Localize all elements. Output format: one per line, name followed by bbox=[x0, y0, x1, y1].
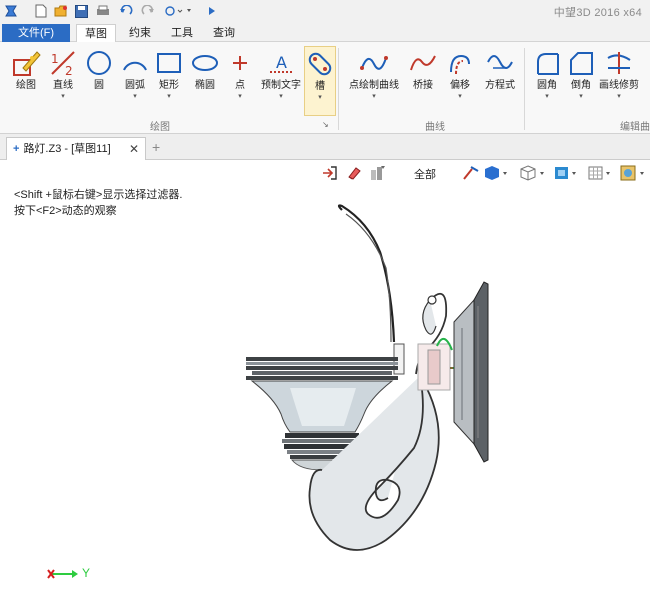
line-dropdown-icon[interactable]: ▾ bbox=[46, 92, 80, 102]
equation-icon bbox=[480, 46, 520, 80]
fillet-dropdown-icon[interactable]: ▾ bbox=[530, 92, 564, 102]
ellipse-button[interactable]: 椭圆 bbox=[188, 46, 222, 116]
draw-button[interactable]: 绘图 bbox=[6, 46, 46, 116]
svg-text:2: 2 bbox=[65, 64, 73, 78]
arc-dropdown-icon[interactable]: ▾ bbox=[118, 92, 152, 102]
bridge-icon bbox=[406, 46, 440, 80]
ribbon-tab-row: 文件(F) 草图 约束 工具 查询 bbox=[0, 22, 650, 43]
group-launcher-icon[interactable]: ↘ bbox=[322, 120, 329, 129]
curve-group-label: 曲线 bbox=[425, 122, 445, 133]
slot-dropdown-icon[interactable]: ▾ bbox=[305, 93, 335, 103]
tab-query[interactable]: 查询 bbox=[204, 24, 244, 42]
document-tab-bar: + 路灯.Z3 - [草图11] ✕ + bbox=[0, 134, 650, 160]
tab-constraint[interactable]: 约束 bbox=[120, 24, 160, 42]
open-folder-icon[interactable] bbox=[53, 3, 69, 19]
chamfer-dropdown-icon[interactable]: ▾ bbox=[566, 92, 596, 102]
preset-text-button[interactable]: A 预制文字 ▾ bbox=[258, 46, 304, 116]
new-tab-icon[interactable]: + bbox=[152, 139, 160, 155]
draw-label: 绘图 bbox=[16, 80, 36, 91]
offset-label: 偏移 bbox=[450, 80, 470, 91]
lamp-hook-arm bbox=[337, 204, 396, 343]
circle-icon bbox=[82, 46, 116, 80]
lamp-top-ring bbox=[246, 357, 398, 361]
slot-button[interactable]: 槽 ▾ bbox=[304, 46, 336, 116]
point-curve-icon bbox=[344, 46, 404, 80]
point-button[interactable]: 点 ▾ bbox=[224, 46, 256, 116]
redo-icon[interactable] bbox=[140, 3, 156, 19]
preset-text-label: 预制文字 bbox=[261, 80, 301, 91]
undo-icon[interactable] bbox=[118, 3, 134, 19]
equation-button[interactable]: 方程式 bbox=[480, 46, 520, 116]
svg-text:1: 1 bbox=[51, 52, 59, 66]
pointer-icon[interactable] bbox=[163, 3, 193, 19]
group-divider bbox=[524, 48, 525, 130]
arc-button[interactable]: 圆弧 ▾ bbox=[118, 46, 152, 116]
trim-label: 画线修剪 bbox=[599, 80, 639, 91]
trim-icon bbox=[596, 46, 642, 80]
print-icon[interactable] bbox=[95, 3, 111, 19]
axis-y-label: Y bbox=[82, 566, 91, 580]
arc-label: 圆弧 bbox=[125, 80, 145, 91]
draw-group-label: 绘图 bbox=[150, 122, 170, 133]
sketch-canvas[interactable]: <Shift +鼠标右键>显示选择过滤器. 按下<F2>动态的观察 全部 Y bbox=[0, 160, 650, 604]
line-icon: 12 bbox=[46, 46, 80, 80]
rectangle-icon bbox=[152, 46, 186, 80]
ellipse-icon bbox=[188, 46, 222, 80]
chamfer-button[interactable]: 倒角 ▾ bbox=[566, 46, 596, 116]
point-label: 点 bbox=[235, 80, 245, 91]
rectangle-label: 矩形 bbox=[159, 80, 179, 91]
point-curve-button[interactable]: 点绘制曲线 ▾ bbox=[344, 46, 404, 116]
point-curve-dropdown-icon[interactable]: ▾ bbox=[344, 92, 404, 102]
trim-dropdown-icon[interactable]: ▾ bbox=[596, 92, 642, 102]
save-icon[interactable] bbox=[73, 3, 89, 19]
lamp-lower-ring bbox=[285, 433, 359, 438]
trim-button[interactable]: 画线修剪 ▾ bbox=[596, 46, 642, 116]
document-marker: + bbox=[13, 143, 20, 155]
lamp-drawing[interactable] bbox=[0, 160, 650, 604]
circle-button[interactable]: 圆 bbox=[82, 46, 116, 116]
ribbon: 绘图 12 直线 ▾ 圆 圆弧 ▾ 矩形 ▾ 椭圆 点 ▾ A 预制文字 ▾ 槽… bbox=[0, 42, 650, 134]
chamfer-icon bbox=[566, 46, 596, 80]
title-bar: 中望3D 2016 x64 bbox=[0, 0, 650, 22]
line-button[interactable]: 12 直线 ▾ bbox=[46, 46, 80, 116]
edit-group-label: 编辑曲 bbox=[620, 122, 650, 133]
fillet-label: 圆角 bbox=[537, 80, 557, 91]
axis-indicator bbox=[47, 569, 78, 579]
play-icon[interactable] bbox=[207, 3, 217, 19]
document-tab[interactable]: + 路灯.Z3 - [草图11] ✕ bbox=[6, 137, 146, 160]
preset-text-icon: A bbox=[258, 46, 304, 80]
close-tab-icon[interactable]: ✕ bbox=[129, 138, 139, 160]
fillet-icon bbox=[530, 46, 564, 80]
offset-button[interactable]: 偏移 ▾ bbox=[442, 46, 478, 116]
bridge-label: 桥接 bbox=[413, 80, 433, 91]
fillet-button[interactable]: 圆角 ▾ bbox=[530, 46, 564, 116]
point-icon bbox=[224, 46, 256, 80]
app-logo-icon[interactable] bbox=[3, 3, 19, 19]
line-label: 直线 bbox=[53, 80, 73, 91]
tab-tools[interactable]: 工具 bbox=[162, 24, 202, 42]
point-curve-label: 点绘制曲线 bbox=[349, 80, 399, 91]
bridge-button[interactable]: 桥接 bbox=[406, 46, 440, 116]
rectangle-dropdown-icon[interactable]: ▾ bbox=[152, 92, 186, 102]
slot-icon bbox=[305, 47, 335, 81]
preset-text-dropdown-icon[interactable]: ▾ bbox=[258, 92, 304, 102]
point-dropdown-icon[interactable]: ▾ bbox=[224, 92, 256, 102]
app-title: 中望3D 2016 x64 bbox=[553, 7, 642, 19]
file-menu-tab[interactable]: 文件(F) bbox=[2, 24, 70, 42]
offset-icon bbox=[442, 46, 478, 80]
chamfer-label: 倒角 bbox=[571, 80, 591, 91]
svg-text:A: A bbox=[276, 53, 287, 72]
group-divider bbox=[338, 48, 339, 130]
tab-sketch[interactable]: 草图 bbox=[76, 24, 116, 43]
equation-label: 方程式 bbox=[485, 80, 515, 91]
new-file-icon[interactable] bbox=[33, 3, 49, 19]
slot-label: 槽 bbox=[315, 81, 325, 92]
circle-label: 圆 bbox=[94, 80, 104, 91]
arc-icon bbox=[118, 46, 152, 80]
document-tab-title: 路灯.Z3 - [草图11] bbox=[23, 143, 111, 155]
draw-pencil-icon bbox=[6, 46, 46, 80]
ellipse-label: 椭圆 bbox=[195, 80, 215, 91]
offset-dropdown-icon[interactable]: ▾ bbox=[442, 92, 478, 102]
rectangle-button[interactable]: 矩形 ▾ bbox=[152, 46, 186, 116]
